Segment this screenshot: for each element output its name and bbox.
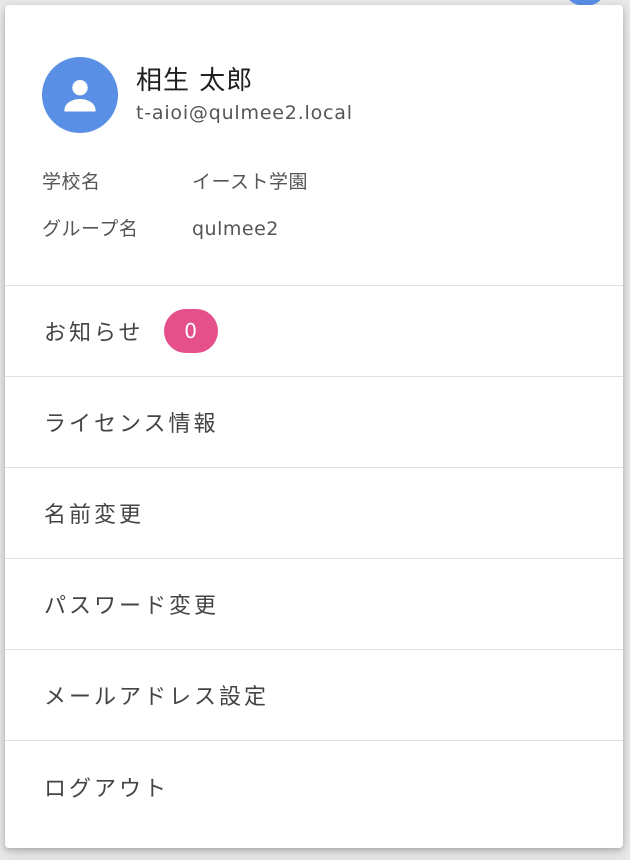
logout-label: ログアウト	[44, 776, 170, 802]
school-row: 学校名 イースト学園	[42, 170, 308, 194]
group-row: グループ名 qulmee2	[42, 217, 279, 241]
menu-item-license-info[interactable]: ライセンス情報	[5, 377, 623, 468]
avatar	[42, 57, 118, 133]
user-email: t-aioi@qulmee2.local	[136, 102, 353, 124]
change-name-label: 名前変更	[44, 503, 145, 528]
email-settings-label: メールアドレス設定	[44, 685, 270, 710]
menu-item-change-name[interactable]: 名前変更	[5, 468, 623, 559]
menu-item-notifications[interactable]: お知らせ 0	[5, 286, 623, 377]
group-value: qulmee2	[192, 218, 279, 240]
change-password-label: パスワード変更	[44, 594, 220, 619]
notification-count-badge: 0	[163, 309, 218, 353]
user-name: 相生 太郎	[136, 66, 254, 96]
group-label: グループ名	[42, 218, 139, 240]
profile-section: 相生 太郎 t-aioi@qulmee2.local 学校名 イースト学園 グルー…	[5, 5, 623, 286]
menu-item-logout[interactable]: ログアウト	[5, 741, 623, 832]
menu-item-change-password[interactable]: パスワード変更	[5, 559, 623, 650]
person-icon	[64, 79, 96, 112]
license-info-label: ライセンス情報	[44, 412, 219, 437]
menu-item-email-settings[interactable]: メールアドレス設定	[5, 650, 623, 741]
school-label: 学校名	[42, 171, 101, 193]
account-menu: 相生 太郎 t-aioi@qulmee2.local 学校名 イースト学園 グルー…	[5, 5, 623, 848]
school-value: イースト学園	[192, 171, 309, 193]
notifications-label: お知らせ	[44, 321, 144, 346]
